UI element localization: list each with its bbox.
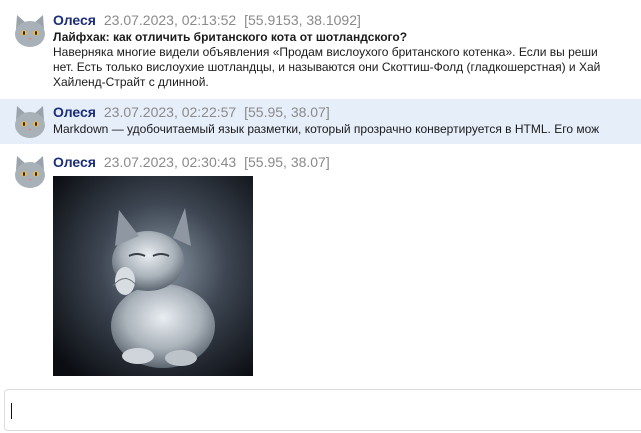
- message-text-line: Markdown — удобочитаемый язык разметки, …: [53, 122, 600, 136]
- message-coordinates: [55.95, 38.07]: [244, 154, 330, 170]
- cat-avatar-icon[interactable]: [12, 154, 48, 190]
- message-coordinates: [55.9153, 38.1092]: [244, 12, 361, 28]
- author-name: Олеся: [53, 104, 96, 120]
- message-2: Олеся 23.07.2023, 02:22:57 [55.95, 38.07…: [0, 99, 641, 144]
- author-name: Олеся: [53, 12, 96, 28]
- message-title: Лайфхак: как отличить британского кота о…: [53, 30, 408, 44]
- message-timestamp: 23.07.2023, 02:13:52: [103, 12, 237, 28]
- message-text-line: нет. Есть только вислоухие шотландцы, и …: [53, 60, 601, 74]
- message-text-line: Хайленд-Страйт с длинной.: [53, 75, 209, 89]
- message-coordinates: [55.95, 38.07]: [244, 104, 330, 120]
- kitten-photo[interactable]: [53, 176, 253, 376]
- cat-avatar-icon[interactable]: [12, 104, 48, 140]
- cat-avatar-icon[interactable]: [12, 13, 48, 49]
- message-1: Олеся 23.07.2023, 02:13:52 [55.9153, 38.…: [0, 8, 641, 90]
- message-input[interactable]: [4, 389, 641, 431]
- message-text-line: Наверняка многие видели объявления «Прод…: [53, 45, 598, 59]
- author-name: Олеся: [53, 154, 96, 170]
- text-caret: [11, 403, 12, 419]
- message-timestamp: 23.07.2023, 02:30:43: [103, 154, 237, 170]
- message-timestamp: 23.07.2023, 02:22:57: [103, 104, 237, 120]
